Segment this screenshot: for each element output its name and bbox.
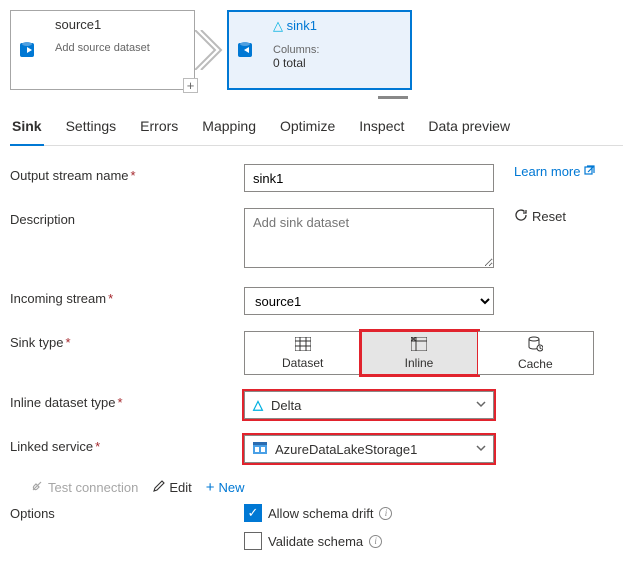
- tab-settings[interactable]: Settings: [64, 110, 119, 145]
- tab-inspect[interactable]: Inspect: [357, 110, 406, 145]
- learn-more-link[interactable]: Learn more: [514, 164, 596, 179]
- sink-type-cache[interactable]: Cache: [478, 331, 594, 375]
- incoming-stream-select[interactable]: source1: [244, 287, 494, 315]
- source-node-icon-col: [11, 11, 47, 89]
- tab-sink[interactable]: Sink: [10, 110, 44, 146]
- label-output-stream: Output stream name*: [10, 164, 244, 183]
- delta-icon: △: [253, 397, 263, 413]
- linked-service-actions: Test connection Edit + New: [30, 479, 623, 496]
- label-incoming-stream: Incoming stream*: [10, 287, 244, 306]
- flow-connector: [195, 10, 227, 90]
- info-icon[interactable]: i: [379, 507, 392, 520]
- validate-schema-checkbox[interactable]: Validate schema i: [244, 532, 392, 550]
- pencil-icon: [152, 480, 165, 496]
- output-stream-input[interactable]: [244, 164, 494, 192]
- sink-node-icon-col: [229, 12, 265, 88]
- inline-dataset-type-dropdown[interactable]: △ Delta: [244, 391, 494, 419]
- sink-type-dataset[interactable]: Dataset: [244, 331, 361, 375]
- inline-icon: [411, 337, 427, 354]
- cache-icon: [527, 336, 543, 355]
- delta-icon: △: [273, 18, 283, 33]
- sink-type-inline[interactable]: Inline: [361, 331, 477, 375]
- label-sink-type: Sink type*: [10, 331, 244, 350]
- label-description: Description: [10, 208, 244, 227]
- checkbox-checked-icon: ✓: [244, 504, 262, 522]
- tab-mapping[interactable]: Mapping: [200, 110, 258, 145]
- test-connection-button[interactable]: Test connection: [30, 479, 138, 496]
- add-branch-button[interactable]: +: [183, 78, 198, 93]
- tab-errors[interactable]: Errors: [138, 110, 180, 145]
- source-node-subtitle: Add source dataset: [55, 42, 186, 54]
- reset-button[interactable]: Reset: [514, 208, 566, 225]
- chevron-down-icon: [475, 442, 487, 457]
- dataset-icon: [295, 337, 311, 354]
- datasource-icon: [18, 38, 40, 63]
- tab-data-preview[interactable]: Data preview: [426, 110, 512, 145]
- plus-icon: +: [206, 479, 215, 496]
- sink-node-columns-count: 0 total: [273, 56, 402, 70]
- checkbox-unchecked-icon: [244, 532, 262, 550]
- resize-grip[interactable]: [378, 96, 408, 100]
- sink-tabs: Sink Settings Errors Mapping Optimize In…: [10, 110, 623, 146]
- sink-type-segmented: Dataset Inline Cache: [244, 331, 594, 375]
- new-button[interactable]: + New: [206, 479, 245, 496]
- sink-node-columns-label: Columns:: [273, 44, 402, 56]
- storage-icon: [253, 442, 267, 457]
- external-link-icon: [584, 164, 596, 179]
- sink-node[interactable]: △ sink1 Columns: 0 total: [227, 10, 412, 90]
- sink-icon: [236, 38, 258, 63]
- edit-button[interactable]: Edit: [152, 480, 191, 496]
- sink-node-title: △ sink1: [273, 18, 402, 34]
- source-node-title: source1: [55, 17, 186, 32]
- source-node[interactable]: source1 Add source dataset +: [10, 10, 195, 90]
- plug-icon: [30, 479, 44, 496]
- description-textarea[interactable]: [244, 208, 494, 268]
- reset-icon: [514, 208, 528, 225]
- allow-schema-drift-checkbox[interactable]: ✓ Allow schema drift i: [244, 504, 392, 522]
- label-options: Options: [10, 504, 244, 560]
- linked-service-dropdown[interactable]: AzureDataLakeStorage1: [244, 435, 494, 463]
- label-linked-service: Linked service*: [10, 435, 244, 454]
- tab-optimize[interactable]: Optimize: [278, 110, 337, 145]
- flow-graph: source1 Add source dataset + △ sink1: [10, 10, 623, 90]
- label-inline-dataset-type: Inline dataset type*: [10, 391, 244, 410]
- chevron-down-icon: [475, 398, 487, 413]
- info-icon[interactable]: i: [369, 535, 382, 548]
